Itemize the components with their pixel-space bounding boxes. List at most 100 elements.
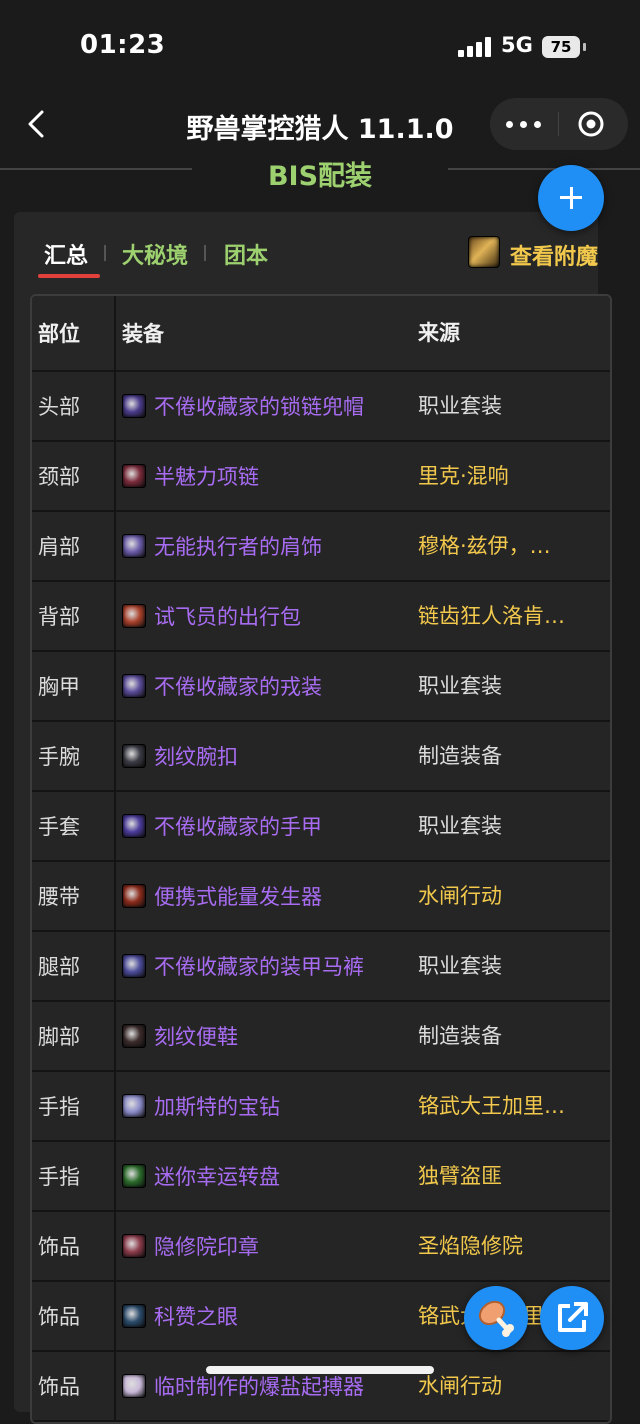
source-cell: 职业套装 bbox=[418, 394, 502, 418]
item-cell[interactable]: 加斯特的宝钻 bbox=[114, 1072, 406, 1140]
item-icon bbox=[122, 534, 146, 558]
slot-cell: 手指 bbox=[38, 1165, 80, 1189]
item-icon bbox=[122, 1374, 146, 1398]
table-row[interactable]: 饰品 临时制作的爆盐起搏器 水闸行动 bbox=[32, 1352, 610, 1422]
item-name[interactable]: 不倦收藏家的锁链兜帽 bbox=[154, 391, 364, 421]
signal-icon bbox=[458, 37, 492, 57]
item-name[interactable]: 加斯特的宝钻 bbox=[154, 1091, 280, 1121]
battery-icon: 75 bbox=[542, 36, 580, 58]
back-arrow-icon[interactable] bbox=[22, 109, 52, 139]
table-row[interactable]: 头部 不倦收藏家的锁链兜帽 职业套装 bbox=[32, 372, 610, 442]
slot-cell: 腿部 bbox=[38, 955, 80, 979]
item-icon bbox=[122, 1024, 146, 1048]
table-row[interactable]: 肩部 无能执行者的肩饰 穆格·兹伊，… bbox=[32, 512, 610, 582]
table-row[interactable]: 手指 加斯特的宝钻 铬武大王加里… bbox=[32, 1072, 610, 1142]
item-cell[interactable]: 不倦收藏家的戎装 bbox=[114, 652, 406, 720]
table-header: 部位 装备 来源 bbox=[32, 296, 610, 372]
header-item: 装备 bbox=[114, 296, 406, 370]
item-icon bbox=[122, 1094, 146, 1118]
item-cell[interactable]: 不倦收藏家的锁链兜帽 bbox=[114, 372, 406, 440]
slot-cell: 头部 bbox=[38, 395, 80, 419]
item-name[interactable]: 试飞员的出行包 bbox=[154, 601, 301, 631]
table-row[interactable]: 腰带 便携式能量发生器 水闸行动 bbox=[32, 862, 610, 932]
source-cell: 职业套装 bbox=[418, 814, 502, 838]
item-cell[interactable]: 无能执行者的肩饰 bbox=[114, 512, 406, 580]
slot-cell: 手指 bbox=[38, 1095, 80, 1119]
home-indicator bbox=[206, 1366, 434, 1374]
item-cell[interactable]: 便携式能量发生器 bbox=[114, 862, 406, 930]
item-cell[interactable]: 科赞之眼 bbox=[114, 1282, 406, 1350]
item-cell[interactable]: 临时制作的爆盐起搏器 bbox=[114, 1352, 406, 1420]
item-name[interactable]: 临时制作的爆盐起搏器 bbox=[154, 1371, 364, 1401]
slot-cell: 脚部 bbox=[38, 1025, 80, 1049]
source-cell: 职业套装 bbox=[418, 954, 502, 978]
table-row[interactable]: 手指 迷你幸运转盘 独臂盗匪 bbox=[32, 1142, 610, 1212]
share-button[interactable] bbox=[540, 1286, 604, 1350]
item-icon bbox=[122, 814, 146, 838]
item-name[interactable]: 刻纹腕扣 bbox=[154, 741, 238, 771]
table-row[interactable]: 背部 试飞员的出行包 链齿狂人洛肯… bbox=[32, 582, 610, 652]
item-cell[interactable]: 不倦收藏家的手甲 bbox=[114, 792, 406, 860]
item-icon bbox=[122, 1304, 146, 1328]
tab-summary[interactable]: 汇总 bbox=[44, 238, 88, 270]
divider-line-left bbox=[0, 168, 192, 170]
subtitle: BIS配装 bbox=[267, 161, 373, 192]
item-cell[interactable]: 隐修院印章 bbox=[114, 1212, 406, 1280]
item-cell[interactable]: 刻纹腕扣 bbox=[114, 722, 406, 790]
capsule-divider bbox=[558, 112, 559, 136]
slot-cell: 手套 bbox=[38, 815, 80, 839]
source-cell: 圣焰隐修院 bbox=[418, 1234, 523, 1258]
slot-cell: 颈部 bbox=[38, 465, 80, 489]
table-row[interactable]: 手腕 刻纹腕扣 制造装备 bbox=[32, 722, 610, 792]
tab-separator bbox=[204, 245, 206, 261]
item-cell[interactable]: 半魅力项链 bbox=[114, 442, 406, 510]
add-button[interactable] bbox=[538, 165, 604, 231]
item-name[interactable]: 隐修院印章 bbox=[154, 1231, 259, 1261]
table-row[interactable]: 脚部 刻纹便鞋 制造装备 bbox=[32, 1002, 610, 1072]
gear-table: 部位 装备 来源 头部 不倦收藏家的锁链兜帽 职业套装 颈部 半魅力项链 里克·混响 肩部无… bbox=[30, 294, 612, 1424]
slot-cell: 肩部 bbox=[38, 535, 80, 559]
item-name[interactable]: 科赞之眼 bbox=[154, 1301, 238, 1331]
table-row[interactable]: 腿部 不倦收藏家的装甲马裤 职业套装 bbox=[32, 932, 610, 1002]
source-cell: 水闸行动 bbox=[418, 884, 502, 908]
item-icon bbox=[122, 464, 146, 488]
item-cell[interactable]: 迷你幸运转盘 bbox=[114, 1142, 406, 1210]
source-cell: 铬武大王加里… bbox=[418, 1094, 565, 1118]
tab-mythic-plus[interactable]: 大秘境 bbox=[122, 238, 188, 270]
item-name[interactable]: 便携式能量发生器 bbox=[154, 881, 322, 911]
source-cell: 独臂盗匪 bbox=[418, 1164, 502, 1188]
item-cell[interactable]: 不倦收藏家的装甲马裤 bbox=[114, 932, 406, 1000]
item-name[interactable]: 不倦收藏家的戎装 bbox=[154, 671, 322, 701]
item-name[interactable]: 不倦收藏家的装甲马裤 bbox=[154, 951, 364, 981]
source-cell: 链齿狂人洛肯… bbox=[418, 604, 565, 628]
enchant-icon bbox=[468, 236, 500, 268]
source-cell: 制造装备 bbox=[418, 1024, 502, 1048]
table-row[interactable]: 颈部 半魅力项链 里克·混响 bbox=[32, 442, 610, 512]
status-bar: 01:23 5G 75 bbox=[0, 0, 640, 95]
close-target-icon[interactable] bbox=[578, 111, 604, 137]
item-name[interactable]: 半魅力项链 bbox=[154, 461, 259, 491]
item-icon bbox=[122, 604, 146, 628]
item-name[interactable]: 不倦收藏家的手甲 bbox=[154, 811, 322, 841]
tab-raid[interactable]: 团本 bbox=[224, 238, 268, 270]
table-row[interactable]: 手套 不倦收藏家的手甲 职业套装 bbox=[32, 792, 610, 862]
item-name[interactable]: 无能执行者的肩饰 bbox=[154, 531, 322, 561]
table-row[interactable]: 胸甲 不倦收藏家的戎装 职业套装 bbox=[32, 652, 610, 722]
item-icon bbox=[122, 674, 146, 698]
tab-separator bbox=[104, 245, 106, 261]
item-name[interactable]: 迷你幸运转盘 bbox=[154, 1161, 280, 1191]
slot-cell: 胸甲 bbox=[38, 675, 80, 699]
header-source: 来源 bbox=[418, 321, 460, 345]
tab-bar: 汇总 大秘境 团本 查看附魔 bbox=[14, 212, 598, 282]
table-row[interactable]: 饰品 隐修院印章 圣焰隐修院 bbox=[32, 1212, 610, 1282]
food-button[interactable] bbox=[464, 1286, 528, 1350]
more-icon[interactable] bbox=[504, 112, 544, 136]
item-cell[interactable]: 刻纹便鞋 bbox=[114, 1002, 406, 1070]
bis-card: 汇总 大秘境 团本 查看附魔 部位 装备 来源 头部 不倦收藏家的锁链兜帽 职业套装… bbox=[14, 212, 612, 1424]
item-name[interactable]: 刻纹便鞋 bbox=[154, 1021, 238, 1051]
item-cell[interactable]: 试飞员的出行包 bbox=[114, 582, 406, 650]
item-icon bbox=[122, 394, 146, 418]
source-cell: 水闸行动 bbox=[418, 1374, 502, 1398]
slot-cell: 饰品 bbox=[38, 1305, 80, 1329]
slot-cell: 饰品 bbox=[38, 1375, 80, 1399]
